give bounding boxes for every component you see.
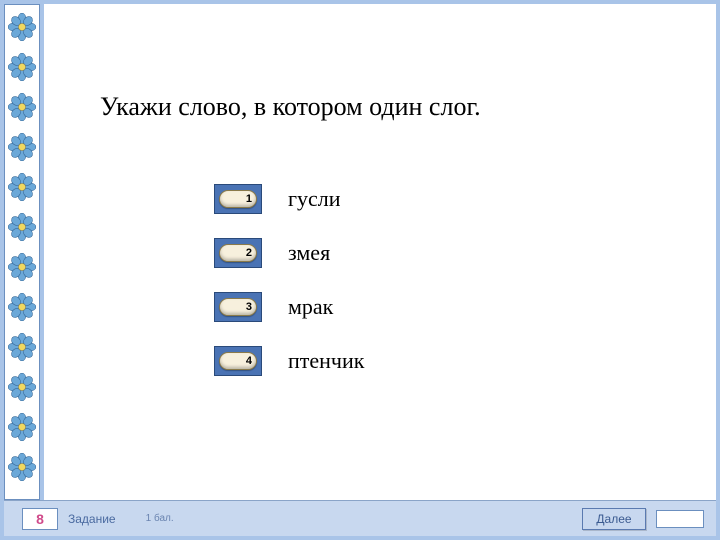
flower-icon [8,13,36,41]
next-button-label: Далее [596,512,631,526]
option-pill: 3 [219,298,257,316]
option-number: 4 [246,355,252,367]
option-4: 4 птенчик [214,346,364,376]
flower-icon [8,253,36,281]
slide: Укажи слово, в котором один слог. 1 гусл… [4,4,716,536]
points-label: 1 бал. [146,513,174,524]
option-text: мрак [288,294,333,320]
option-pill: 1 [219,190,257,208]
content-area: Укажи слово, в котором один слог. 1 гусл… [44,4,716,500]
flower-icon [8,93,36,121]
flower-icon [8,53,36,81]
flower-icon [8,213,36,241]
option-text: гусли [288,186,341,212]
flower-icon [8,413,36,441]
option-1: 1 гусли [214,184,364,214]
option-pill: 2 [219,244,257,262]
task-number-box: 8 [22,508,58,530]
option-button-4[interactable]: 4 [214,346,262,376]
flower-icon [8,373,36,401]
option-number: 3 [246,301,252,313]
option-text: змея [288,240,330,266]
footer-bar: 8 Задание 1 бал. Далее [4,500,716,536]
option-text: птенчик [288,348,364,374]
flower-icon [8,173,36,201]
flower-strip [4,4,40,500]
option-button-2[interactable]: 2 [214,238,262,268]
option-3: 3 мрак [214,292,364,322]
option-number: 2 [246,247,252,259]
option-2: 2 змея [214,238,364,268]
task-label: Задание [68,512,116,526]
question-text: Укажи слово, в котором один слог. [100,92,481,122]
next-button[interactable]: Далее [582,508,646,530]
flower-icon [8,133,36,161]
options-list: 1 гусли 2 змея 3 мрак [214,184,364,400]
option-button-3[interactable]: 3 [214,292,262,322]
option-pill: 4 [219,352,257,370]
flower-icon [8,333,36,361]
flower-icon [8,453,36,481]
progress-box [656,510,704,528]
option-button-1[interactable]: 1 [214,184,262,214]
flower-icon [8,293,36,321]
option-number: 1 [246,193,252,205]
